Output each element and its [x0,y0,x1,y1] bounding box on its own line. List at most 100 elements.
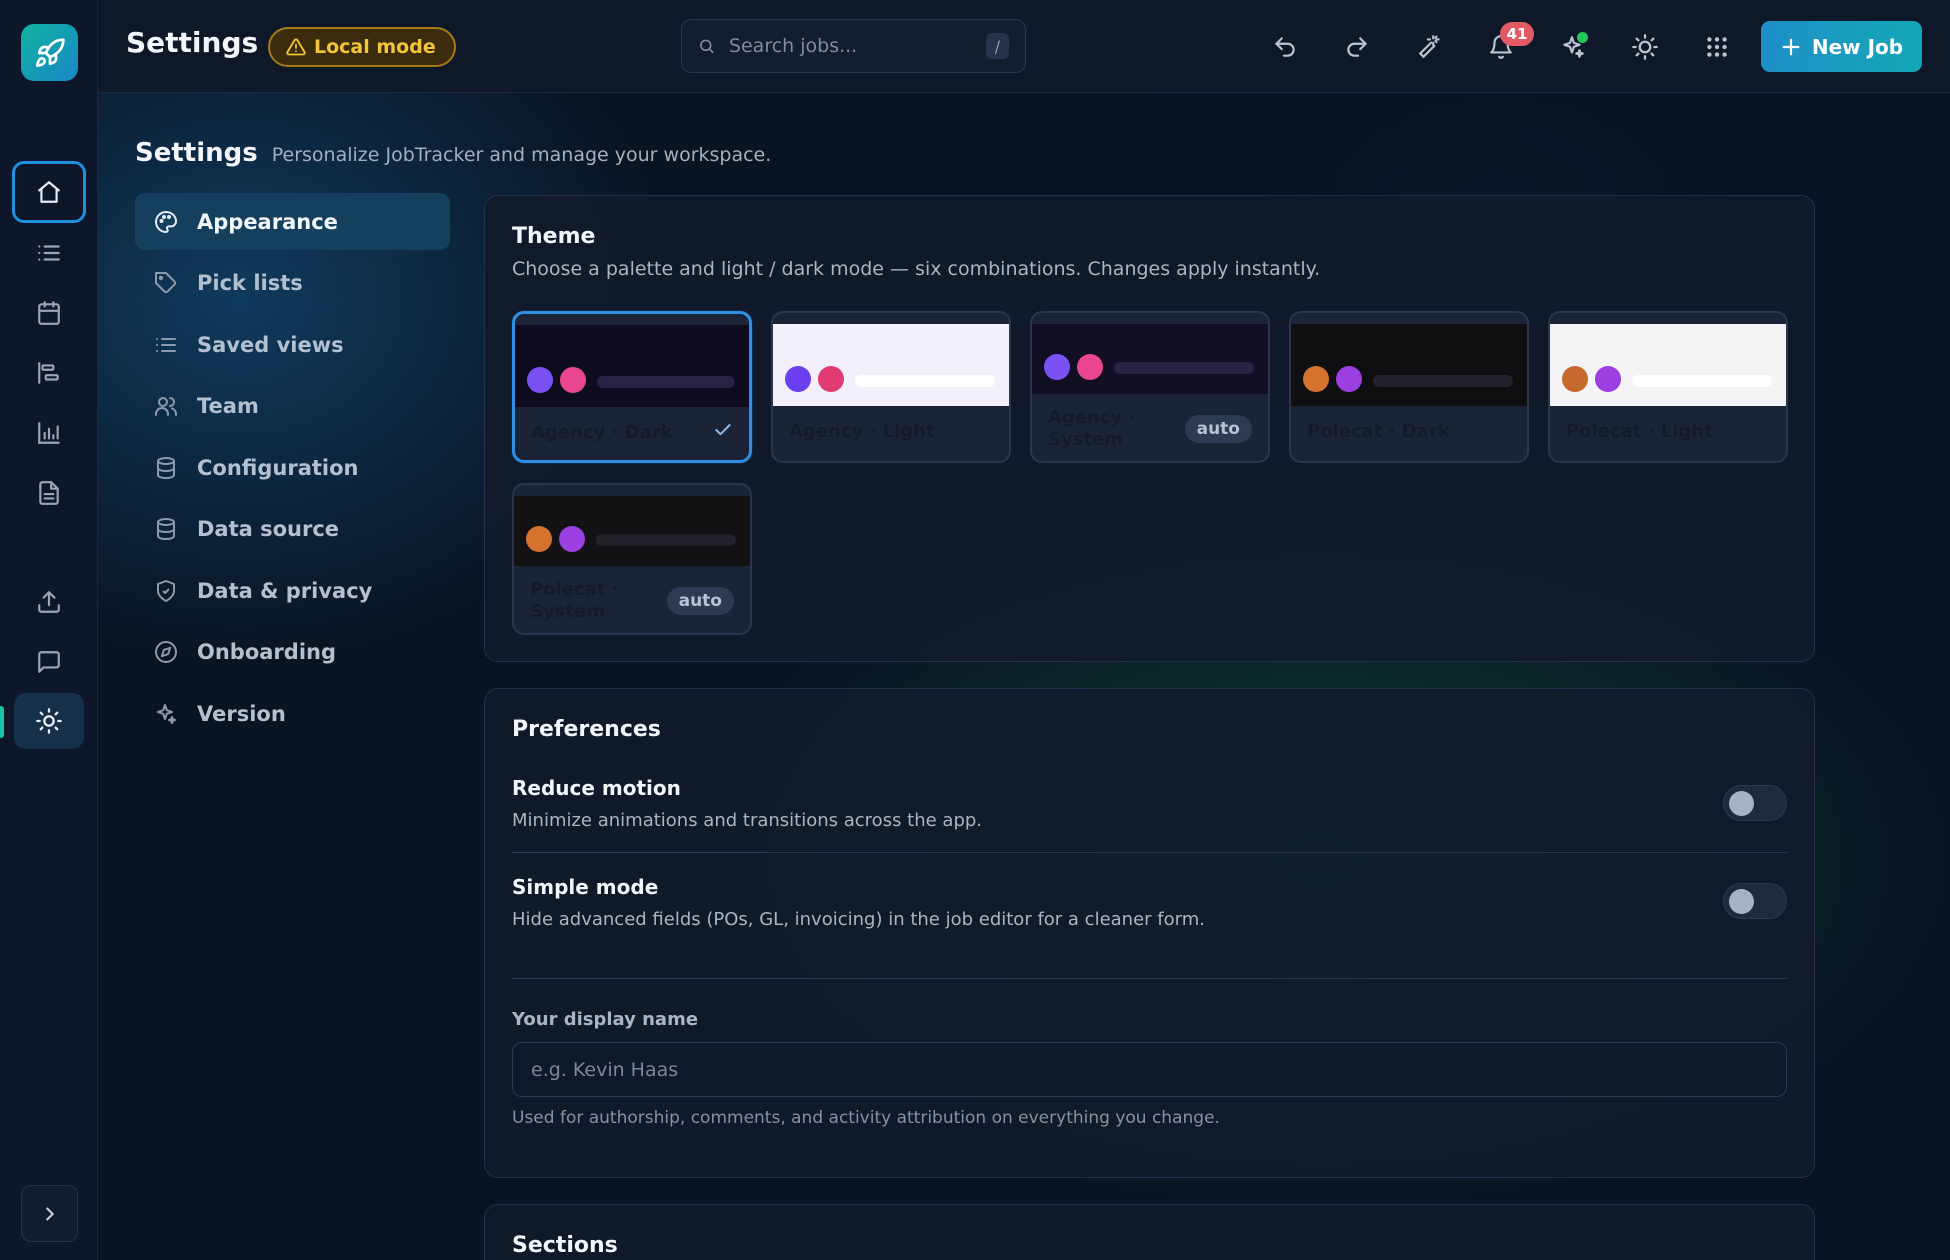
undo-button[interactable] [1262,24,1308,70]
page-subtitle: Personalize JobTracker and manage your w… [271,144,772,166]
nav-item-version[interactable]: Version [135,685,450,742]
rail-upload[interactable] [14,575,84,629]
nav-label: Configuration [197,455,359,480]
theme-option-agency-light[interactable]: Agency · Light [771,311,1011,463]
preview-bar [596,534,736,546]
nav-item-configuration[interactable]: Configuration [135,439,450,496]
bar-chart-icon [38,422,60,444]
apps-button[interactable] [1694,24,1740,70]
simple-mode-desc: Hide advanced fields (POs, GL, invoicing… [512,909,1205,930]
tag-icon [155,272,177,294]
grid-icon [1707,37,1727,57]
simple-mode-toggle[interactable] [1723,883,1787,919]
preferences-title: Preferences [512,717,661,742]
search-box[interactable]: / [681,19,1026,73]
display-name-input[interactable] [512,1042,1787,1097]
simple-mode-row: Simple mode Hide advanced fields (POs, G… [512,875,1787,930]
app-logo[interactable] [21,24,78,81]
theme-preview [1291,324,1527,406]
palette-dot [526,526,552,552]
rail-timeline[interactable] [14,346,84,400]
theme-option-agency-system[interactable]: Agency · System auto [1030,311,1270,463]
divider [512,978,1787,979]
local-mode-badge[interactable]: Local mode [268,27,456,67]
reduce-motion-toggle[interactable] [1723,785,1787,821]
theme-option-polecat-system[interactable]: Polecat · System auto [512,483,752,635]
message-icon [38,651,60,673]
check-icon [713,420,733,444]
redo-button[interactable] [1334,24,1380,70]
theme-preview [514,496,750,566]
nav-label: Onboarding [197,640,337,664]
rail-expand-button[interactable] [21,1185,78,1242]
preview-bar [1373,375,1513,387]
rail-active-indicator [0,706,4,738]
search-icon [700,39,714,54]
local-mode-label: Local mode [314,36,436,58]
palette-dot [1303,366,1329,392]
theme-toggle-button[interactable] [1622,24,1668,70]
theme-option-label: Polecat · Light [1566,421,1713,442]
nav-item-appearance[interactable]: Appearance [135,193,450,250]
palette-dot [1077,354,1103,380]
palette-dot [1336,366,1362,392]
rail-list[interactable] [14,226,84,280]
nav-label: Data & privacy [197,578,373,603]
gear-icon [36,708,62,734]
search-shortcut: / [985,33,1009,59]
settings-nav: Appearance Pick lists Saved views Team C… [135,193,450,747]
palette-dot [527,367,553,393]
undo-icon [1275,37,1295,57]
theme-preview [515,325,749,407]
nav-item-saved-views[interactable]: Saved views [135,316,450,373]
nav-item-team[interactable]: Team [135,378,450,435]
nav-item-onboarding[interactable]: Onboarding [135,624,450,681]
reduce-motion-row: Reduce motion Minimize animations and tr… [512,776,1787,831]
home-icon [38,181,60,203]
page-heading: Settings Personalize JobTracker and mana… [135,138,771,168]
nav-label: Saved views [197,332,344,357]
nav-label: Version [197,701,286,726]
nav-item-data-privacy[interactable]: Data & privacy [135,562,450,619]
simple-mode-label: Simple mode [512,875,659,899]
palette-dot [785,366,811,392]
rail-messages[interactable] [14,635,84,689]
database-icon [157,456,175,479]
preview-bar [597,376,735,388]
preview-bar [1632,375,1772,387]
redo-icon [1347,37,1367,57]
theme-option-polecat-dark[interactable]: Polecat · Dark [1289,311,1529,463]
notifications-button[interactable]: 41 [1478,22,1534,70]
document-icon [39,481,59,505]
divider [512,852,1787,853]
rail-reports[interactable] [14,406,84,460]
warning-icon [286,38,306,56]
rail-settings[interactable] [14,693,84,749]
nav-label: Team [197,394,259,418]
shield-icon [157,579,175,602]
new-job-button[interactable]: New Job [1761,21,1922,72]
theme-option-label: Agency · Light [789,421,935,442]
magic-wand-icon [1418,35,1440,59]
auto-badge: auto [1184,415,1252,443]
nav-item-pick-lists[interactable]: Pick lists [135,255,450,312]
search-input[interactable] [728,35,972,57]
gantt-icon [38,362,59,384]
nav-item-data-source[interactable]: Data source [135,501,450,558]
nav-label: Appearance [197,209,338,234]
ai-assistant-button[interactable] [1550,24,1596,70]
rail-calendar[interactable] [14,286,84,340]
palette-dot [818,366,844,392]
auto-badge: auto [666,587,734,615]
magic-wand-button[interactable] [1407,24,1453,70]
theme-option-polecat-light[interactable]: Polecat · Light [1548,311,1788,463]
theme-option-label: Polecat · System [530,579,619,622]
database-icon [157,518,175,541]
theme-title: Theme [512,224,596,249]
new-job-label: New Job [1811,34,1904,59]
rail-home[interactable] [12,161,86,223]
theme-option-agency-dark[interactable]: Agency · Dark [512,311,752,463]
rail-documents[interactable] [14,466,84,520]
calendar-icon [38,301,60,325]
preview-bar [1114,362,1254,374]
